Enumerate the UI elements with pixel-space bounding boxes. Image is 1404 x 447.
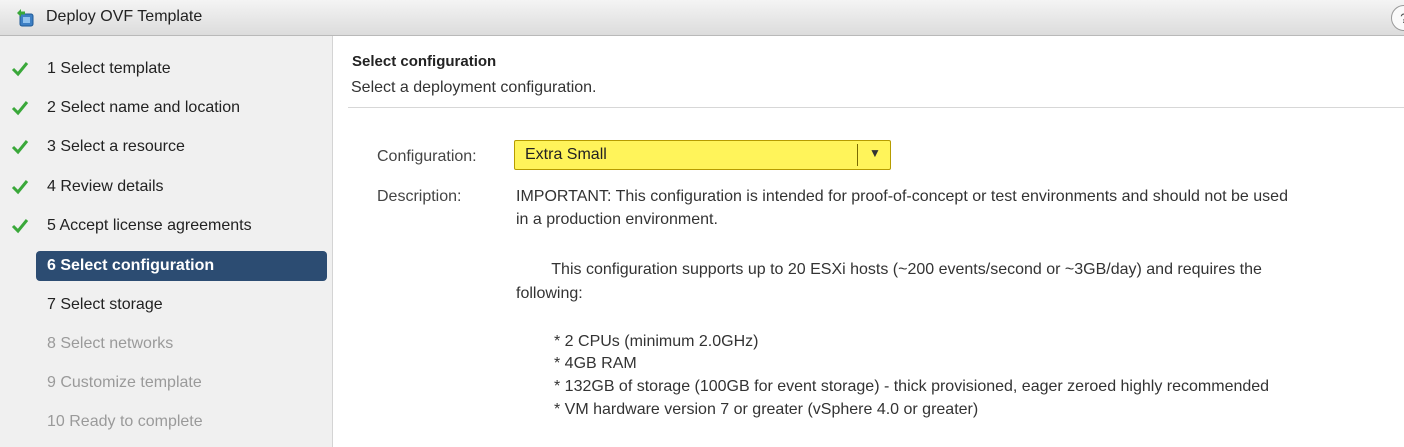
requirement-item: * 132GB of storage (100GB for event stor… bbox=[554, 378, 1270, 395]
step-select-configuration[interactable]: 6 Select configuration bbox=[0, 247, 333, 285]
step-label: 8 Select networks bbox=[47, 335, 174, 352]
check-icon bbox=[11, 62, 29, 77]
chevron-down-icon: ▼ bbox=[869, 146, 881, 160]
configuration-label: Configuration: bbox=[377, 148, 477, 165]
check-icon bbox=[11, 219, 29, 234]
requirement-item: * 2 CPUs (minimum 2.0GHz) bbox=[554, 333, 759, 350]
requirement-item: * VM hardware version 7 or greater (vSph… bbox=[554, 401, 979, 418]
description-line: IMPORTANT: This configuration is intende… bbox=[516, 188, 1288, 205]
requirement-item: * 4GB RAM bbox=[554, 355, 637, 372]
window-titlebar: Deploy OVF Template ? bbox=[0, 0, 1404, 36]
step-label: 10 Ready to complete bbox=[47, 413, 203, 430]
description-label: Description: bbox=[377, 188, 462, 205]
step-label: 3 Select a resource bbox=[47, 138, 185, 155]
description-line: following: bbox=[516, 285, 583, 302]
header-divider bbox=[348, 107, 1404, 108]
description-line: in a production environment. bbox=[516, 211, 718, 228]
step-label: 9 Customize template bbox=[47, 374, 202, 391]
step-label: 7 Select storage bbox=[47, 296, 163, 313]
step-customize-template: 9 Customize template bbox=[0, 364, 333, 402]
step-accept-license[interactable]: 5 Accept license agreements bbox=[0, 207, 333, 245]
step-label: 1 Select template bbox=[47, 60, 171, 77]
configuration-dropdown[interactable]: Extra Small ▼ bbox=[514, 140, 891, 170]
vapp-deploy-icon bbox=[17, 9, 34, 27]
window-title: Deploy OVF Template bbox=[46, 8, 203, 25]
check-icon bbox=[11, 140, 29, 155]
step-label: 6 Select configuration bbox=[47, 257, 215, 274]
main-panel: Select configuration Select a deployment… bbox=[348, 36, 1404, 447]
check-icon bbox=[11, 180, 29, 195]
wizard-steps-sidebar: 1 Select template 2 Select name and loca… bbox=[0, 36, 333, 447]
page-subtitle: Select a deployment configuration. bbox=[351, 79, 597, 96]
configuration-value: Extra Small bbox=[525, 146, 607, 163]
step-ready-to-complete: 10 Ready to complete bbox=[0, 403, 333, 441]
help-icon[interactable]: ? bbox=[1391, 5, 1404, 31]
description-line: This configuration supports up to 20 ESX… bbox=[516, 261, 1262, 278]
step-select-storage[interactable]: 7 Select storage bbox=[0, 286, 333, 324]
step-review-details[interactable]: 4 Review details bbox=[0, 168, 333, 206]
step-label: 5 Accept license agreements bbox=[47, 217, 252, 234]
step-label: 4 Review details bbox=[47, 178, 164, 195]
check-icon bbox=[11, 101, 29, 116]
step-select-name-location[interactable]: 2 Select name and location bbox=[0, 89, 333, 127]
step-select-resource[interactable]: 3 Select a resource bbox=[0, 128, 333, 166]
page-title: Select configuration bbox=[352, 53, 497, 70]
step-select-networks: 8 Select networks bbox=[0, 325, 333, 363]
step-select-template[interactable]: 1 Select template bbox=[0, 50, 333, 88]
step-label: 2 Select name and location bbox=[47, 99, 241, 116]
dropdown-separator bbox=[857, 144, 858, 166]
